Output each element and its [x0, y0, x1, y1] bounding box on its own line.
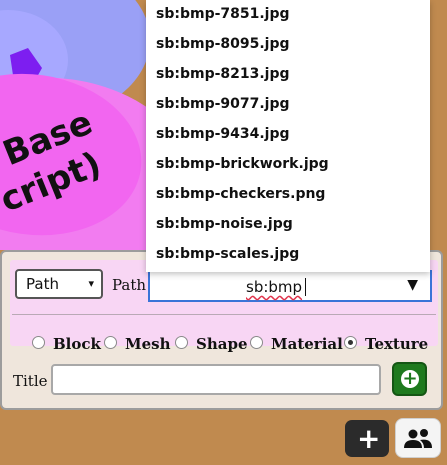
- radio-label: Shape: [196, 335, 248, 353]
- dropdown-option[interactable]: sb:bmp-noise.jpg: [156, 212, 293, 236]
- path-dropdown-list[interactable]: sb:bmp-7851.jpg sb:bmp-8095.jpg sb:bmp-8…: [146, 0, 430, 272]
- path-combobox-input[interactable]: sb:bmp ▼: [148, 270, 432, 302]
- dropdown-option[interactable]: sb:bmp-9077.jpg: [156, 92, 290, 116]
- chevron-down-icon: ▾: [88, 277, 94, 290]
- radio-button[interactable]: [32, 336, 45, 349]
- radio-label: Texture: [365, 335, 429, 353]
- radio-button-checked[interactable]: [344, 336, 357, 349]
- object-editor-panel: Path ▾ Path sb:bmp ▼ Block Mesh Shape Ma…: [0, 250, 443, 410]
- dropdown-option[interactable]: sb:bmp-brickwork.jpg: [156, 152, 329, 176]
- dropdown-option[interactable]: sb:bmp-checkers.png: [156, 182, 325, 206]
- dropdown-arrow-icon[interactable]: ▼: [407, 277, 418, 293]
- dropdown-option[interactable]: sb:bmp-scales.jpg: [156, 242, 299, 266]
- path-label: Path: [112, 276, 147, 294]
- text-caret: [305, 278, 306, 296]
- radio-button[interactable]: [104, 336, 117, 349]
- radio-label: Block: [53, 335, 101, 353]
- dropdown-option[interactable]: sb:bmp-8095.jpg: [156, 32, 290, 56]
- users-button[interactable]: [395, 418, 441, 458]
- radio-button[interactable]: [250, 336, 263, 349]
- radio-label: Mesh: [125, 335, 171, 353]
- dropdown-option[interactable]: sb:bmp-9434.jpg: [156, 122, 290, 146]
- plus-circle-icon: +: [401, 368, 419, 389]
- plus-icon: +: [357, 422, 381, 455]
- panel-divider: [12, 314, 436, 315]
- people-icon: [404, 429, 432, 448]
- mode-select[interactable]: Path ▾: [15, 269, 103, 299]
- radio-button[interactable]: [175, 336, 188, 349]
- add-button[interactable]: +: [392, 362, 427, 396]
- add-object-button[interactable]: +: [345, 420, 389, 457]
- radio-label: Material: [271, 335, 343, 353]
- title-label: Title: [13, 372, 48, 390]
- title-input[interactable]: [51, 364, 381, 395]
- dropdown-option[interactable]: sb:bmp-7851.jpg: [156, 2, 290, 26]
- path-input-value: sb:bmp: [246, 278, 303, 296]
- dropdown-option[interactable]: sb:bmp-8213.jpg: [156, 62, 290, 86]
- mode-select-value: Path: [26, 275, 59, 293]
